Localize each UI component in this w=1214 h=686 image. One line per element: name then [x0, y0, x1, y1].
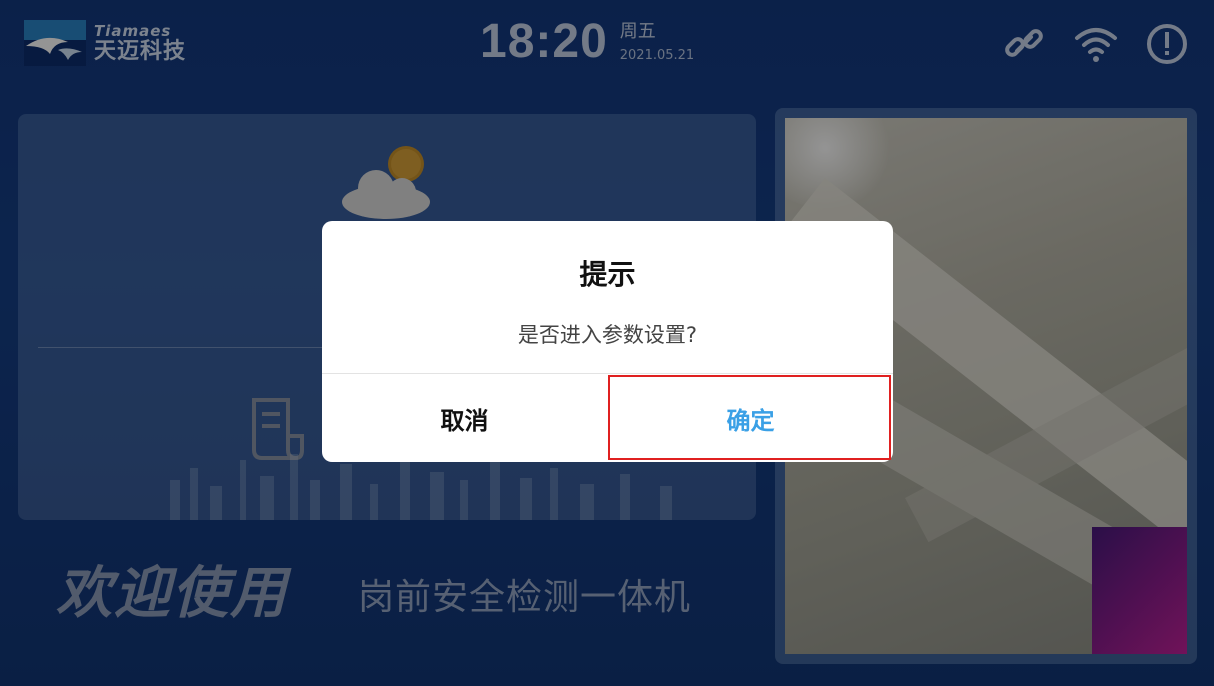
dialog-message: 是否进入参数设置? [517, 323, 698, 347]
confirm-button[interactable]: 确定 [608, 374, 893, 462]
confirm-dialog: 提示 是否进入参数设置? 取消 确定 [322, 221, 893, 462]
cancel-button[interactable]: 取消 [322, 374, 607, 462]
dialog-title: 提示 [579, 258, 636, 291]
